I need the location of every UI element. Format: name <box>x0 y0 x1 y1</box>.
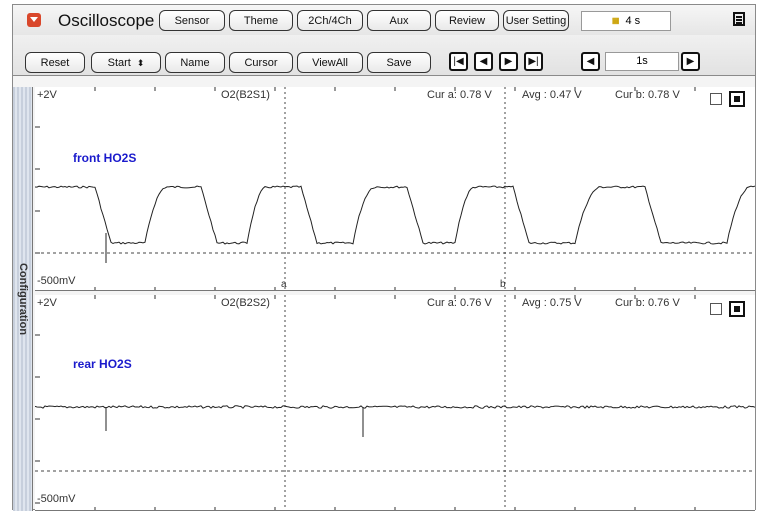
channel-1-avg: Avg : 0.47 V <box>522 89 582 101</box>
cursor-button[interactable]: Cursor <box>229 52 293 73</box>
first-page-icon[interactable]: |◀ <box>449 52 468 71</box>
name-button[interactable]: Name <box>165 52 225 73</box>
channel-2-trace <box>35 405 755 409</box>
prev-page-icon[interactable]: ◀ <box>474 52 493 71</box>
cursor-b-marker: b <box>500 279 506 290</box>
configuration-label: Configuration <box>17 262 29 336</box>
app-title: Oscilloscope <box>58 11 155 30</box>
channel-2-ymax: +2V <box>37 297 57 309</box>
time-increase-icon[interactable]: ▶ <box>681 52 700 71</box>
channel-2-cur-a: Cur a: 0.76 V <box>427 297 492 309</box>
cursor-a-marker: a <box>281 279 287 290</box>
channel-1-graph <box>35 87 755 291</box>
toolbar: Reset Start ⬍ Name Cursor ViewAll Save |… <box>13 35 755 76</box>
next-page-icon[interactable]: ▶ <box>499 52 518 71</box>
time-decrease-icon[interactable]: ◀ <box>581 52 600 71</box>
channel-2-graph <box>35 295 755 511</box>
configuration-panel-toggle[interactable]: Configuration <box>13 87 33 511</box>
channel-2-stop-icon[interactable] <box>729 301 745 317</box>
channel-1-ymin: -500mV <box>37 275 76 287</box>
stepper-icon: ⬍ <box>136 57 145 68</box>
last-page-icon[interactable]: ▶| <box>524 52 543 71</box>
title-bar: Oscilloscope Sensor Theme 2Ch/4Ch Aux Re… <box>13 5 755 35</box>
channel-1-stop-icon[interactable] <box>729 91 745 107</box>
time-display: ▦ 4 s <box>581 11 671 31</box>
menu-icon[interactable] <box>733 12 745 26</box>
start-select[interactable]: Start ⬍ <box>91 52 161 73</box>
channel-2-name: O2(B2S2) <box>221 297 270 309</box>
channel-2-avg: Avg : 0.75 V <box>522 297 582 309</box>
tab-user-setting[interactable]: User Setting <box>503 10 569 31</box>
time-display-value: 4 s <box>625 15 641 27</box>
tab-review[interactable]: Review <box>435 10 499 31</box>
channel-1-cur-b: Cur b: 0.78 V <box>615 89 680 101</box>
channel-1-label: front HO2S <box>73 151 137 165</box>
channel-2-cur-b: Cur b: 0.76 V <box>615 297 680 309</box>
time-step-input[interactable]: 1s <box>605 52 679 71</box>
viewall-button[interactable]: ViewAll <box>297 52 363 73</box>
start-select-label: Start <box>107 56 131 69</box>
channel-2-plot[interactable]: +2V O2(B2S2) Cur a: 0.76 V Avg : 0.75 V … <box>35 295 755 511</box>
channel-2-ymin: -500mV <box>37 493 76 505</box>
channel-1-ymax: +2V <box>37 89 57 101</box>
reset-button[interactable]: Reset <box>25 52 85 73</box>
app-menu-icon[interactable] <box>27 13 41 27</box>
channel-1-trace <box>35 185 755 245</box>
tab-aux[interactable]: Aux <box>367 10 431 31</box>
channel-1-name: O2(B2S1) <box>221 89 270 101</box>
channel-1-checkbox[interactable] <box>710 93 722 105</box>
channel-2-checkbox[interactable] <box>710 303 722 315</box>
tab-channels[interactable]: 2Ch/4Ch <box>297 10 363 31</box>
clock-icon: ▦ <box>611 16 620 25</box>
oscilloscope-window: Oscilloscope Sensor Theme 2Ch/4Ch Aux Re… <box>12 4 756 511</box>
save-button[interactable]: Save <box>367 52 431 73</box>
channel-2-label: rear HO2S <box>73 357 132 371</box>
channel-1-plot[interactable]: +2V O2(B2S1) Cur a: 0.78 V Avg : 0.47 V … <box>35 87 755 291</box>
channel-1-cur-a: Cur a: 0.78 V <box>427 89 492 101</box>
tab-theme[interactable]: Theme <box>229 10 293 31</box>
tab-sensor[interactable]: Sensor <box>159 10 225 31</box>
